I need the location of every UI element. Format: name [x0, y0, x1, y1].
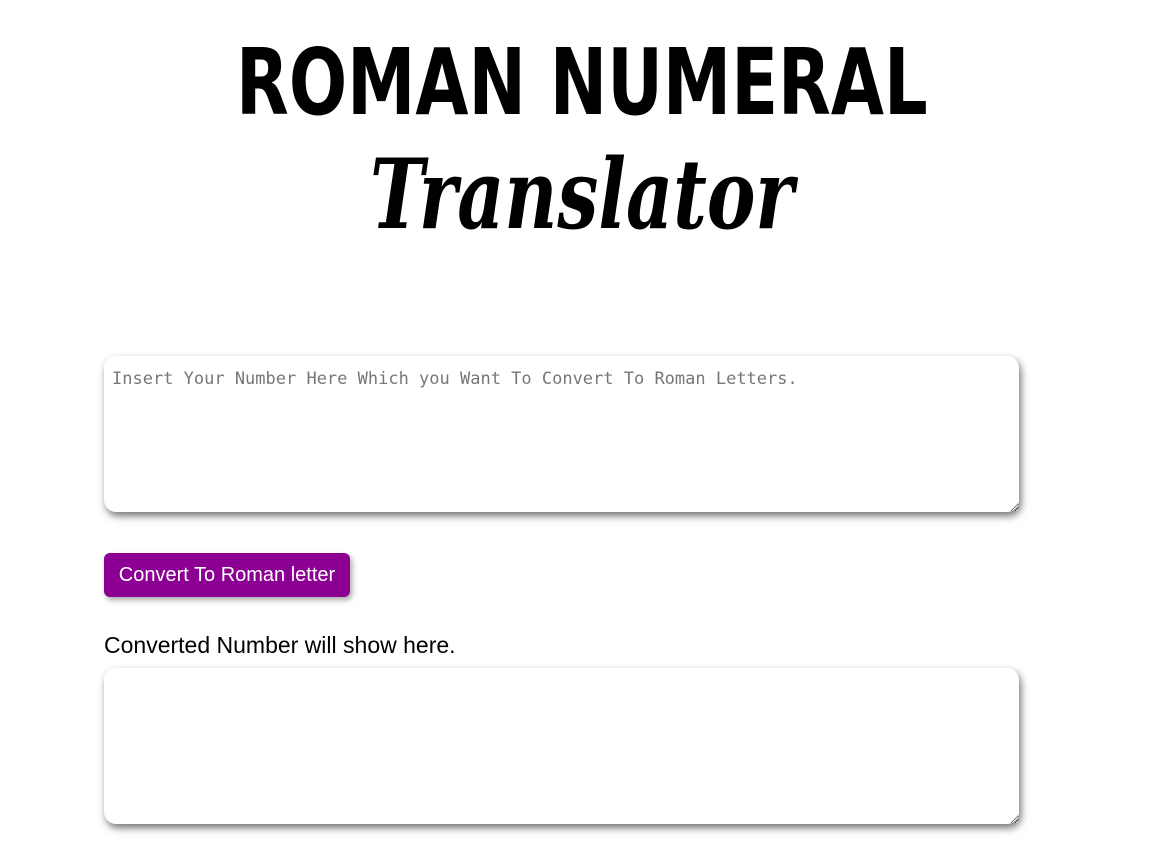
number-input[interactable]	[104, 356, 1019, 512]
convert-button[interactable]: Convert To Roman letter	[104, 553, 350, 597]
result-output[interactable]	[104, 668, 1019, 824]
result-label: Converted Number will show here.	[104, 632, 456, 658]
page-title: ROMAN NUMERAL	[236, 29, 928, 136]
page-subtitle: Translator	[370, 138, 794, 251]
